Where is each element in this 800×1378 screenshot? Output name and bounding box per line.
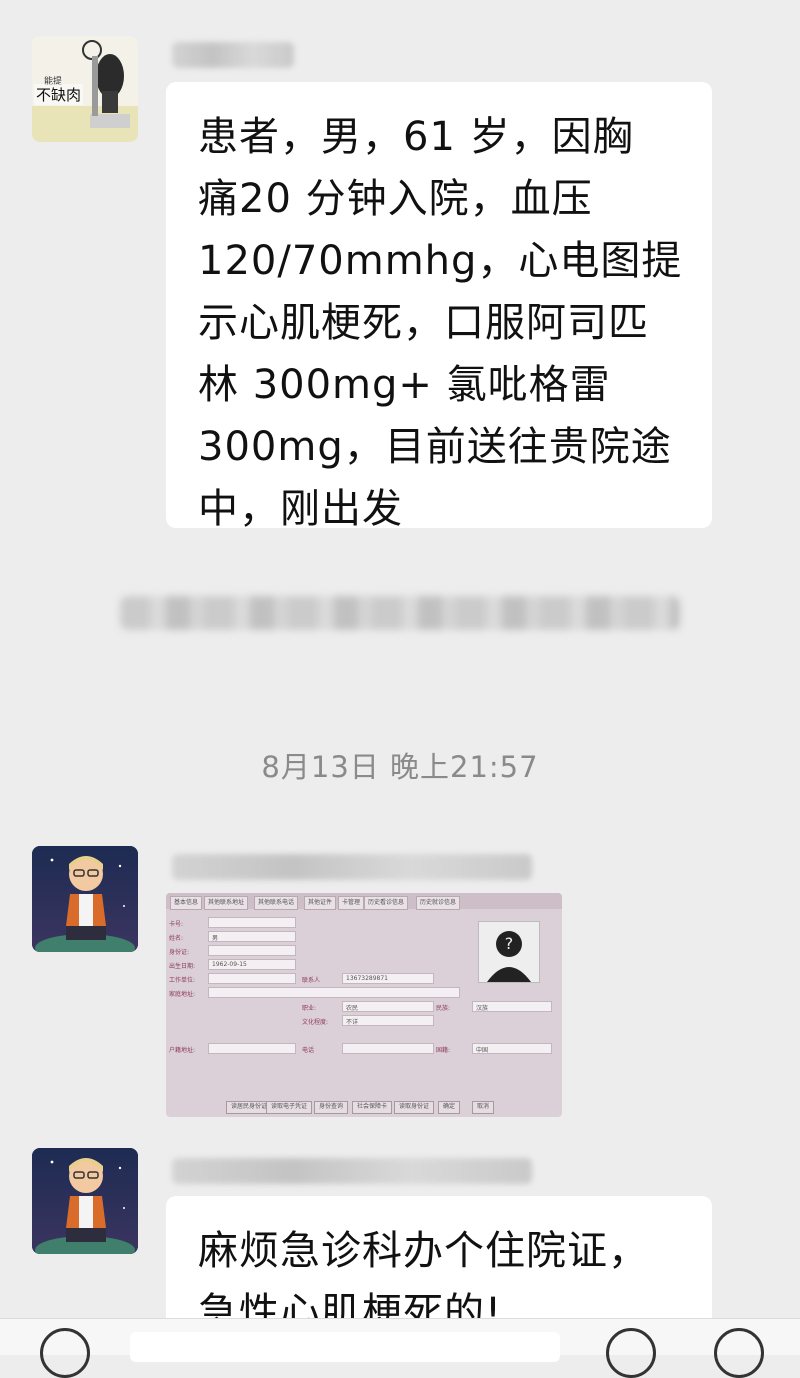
message-line: 120/70mmhg，心电图提 — [198, 238, 683, 284]
form-value: 中国 — [476, 1047, 489, 1054]
form-field — [208, 1043, 296, 1054]
svg-text:?: ? — [505, 934, 514, 953]
form-label: 家庭地址: — [169, 991, 196, 998]
form-label: 国籍: — [436, 1047, 451, 1054]
form-tab: 历史就诊信息 — [416, 896, 461, 910]
message-line: 麻烦急诊科办个住院证， — [198, 1228, 649, 1274]
patient-form-screenshot[interactable]: 基本信息 其他联系地址 其他联系电话 其他证件 卡管理 历史看诊信息 历史就诊信… — [166, 893, 562, 1117]
form-button: 读取身份证 — [394, 1101, 435, 1114]
form-tab: 其他证件 — [304, 896, 337, 910]
emoji-icon[interactable] — [606, 1328, 656, 1378]
form-label: 民族: — [436, 1005, 451, 1012]
form-label: 户籍地址: — [169, 1047, 196, 1054]
form-label: 电话 — [302, 1047, 315, 1054]
form-button: 社会保障卡 — [352, 1101, 393, 1114]
sender-name-blurred — [172, 1158, 532, 1184]
form-tab: 其他联系电话 — [254, 896, 299, 910]
form-value: 不详 — [346, 1019, 359, 1026]
form-button: 取消 — [472, 1101, 495, 1114]
avatar[interactable] — [32, 1148, 138, 1254]
message-line: 300mg，目前送往贵院途 — [198, 424, 672, 470]
form-tab: 基本信息 — [170, 896, 203, 910]
form-label: 工作单位: — [169, 977, 196, 984]
form-label: 出生日期: — [169, 963, 196, 970]
add-more-icon[interactable] — [714, 1328, 764, 1378]
sender-name-blurred — [172, 854, 532, 880]
person-silhouette-icon: ? — [487, 931, 531, 982]
sender-name-blurred — [172, 42, 294, 68]
system-notice-blurred — [120, 596, 680, 630]
avatar-cartoon-man-icon — [32, 1148, 138, 1254]
form-value: 农民 — [346, 1005, 359, 1012]
form-label: 卡号: — [169, 921, 184, 928]
form-field — [208, 945, 296, 956]
form-field — [208, 987, 460, 998]
form-field — [208, 931, 296, 942]
message-line: 林 300mg+ 氯吡格雷 — [198, 362, 611, 408]
form-field — [208, 917, 296, 928]
form-button: 读取电子凭证 — [266, 1101, 313, 1114]
form-label: 联系人 — [302, 977, 321, 984]
form-value: 13673289871 — [346, 975, 388, 982]
message-line: 痛20 分钟入院，血压 — [198, 176, 593, 222]
avatar-cartoon-man-icon — [32, 846, 138, 952]
message-bubble[interactable]: 患者，男，61 岁，因胸 痛20 分钟入院，血压 120/70mmhg，心电图提… — [166, 82, 712, 532]
form-value: 汉族 — [476, 1005, 489, 1012]
message-line: 患者，男，61 岁，因胸 — [198, 114, 634, 160]
form-label: 文化程度: — [302, 1019, 329, 1026]
form-label: 姓名: — [169, 935, 184, 942]
form-label: 职业: — [302, 1005, 317, 1012]
avatar[interactable] — [32, 846, 138, 952]
form-field — [208, 973, 296, 984]
form-value: 男 — [212, 935, 219, 942]
form-label: 身份证: — [169, 949, 190, 956]
form-field — [342, 1043, 434, 1054]
form-value: 1962-09-15 — [212, 961, 247, 968]
patient-photo-placeholder: ? — [478, 921, 540, 983]
form-tab: 卡管理 — [338, 896, 365, 910]
form-tab: 其他联系地址 — [204, 896, 249, 910]
timestamp: 8月13日 晚上21:57 — [261, 750, 539, 784]
voice-toggle-icon[interactable] — [40, 1328, 90, 1378]
avatar[interactable]: 能提 不缺肉 — [32, 36, 138, 142]
message-input[interactable] — [130, 1332, 560, 1362]
message-line: 中，刚出发 — [198, 486, 403, 532]
form-tab: 历史看诊信息 — [364, 896, 409, 910]
avatar-caption: 不缺肉 — [34, 84, 84, 105]
form-button: 确定 — [438, 1101, 461, 1114]
message-line: 示心肌梗死，口服阿司匹 — [198, 300, 649, 346]
form-button: 身份查询 — [314, 1101, 349, 1114]
